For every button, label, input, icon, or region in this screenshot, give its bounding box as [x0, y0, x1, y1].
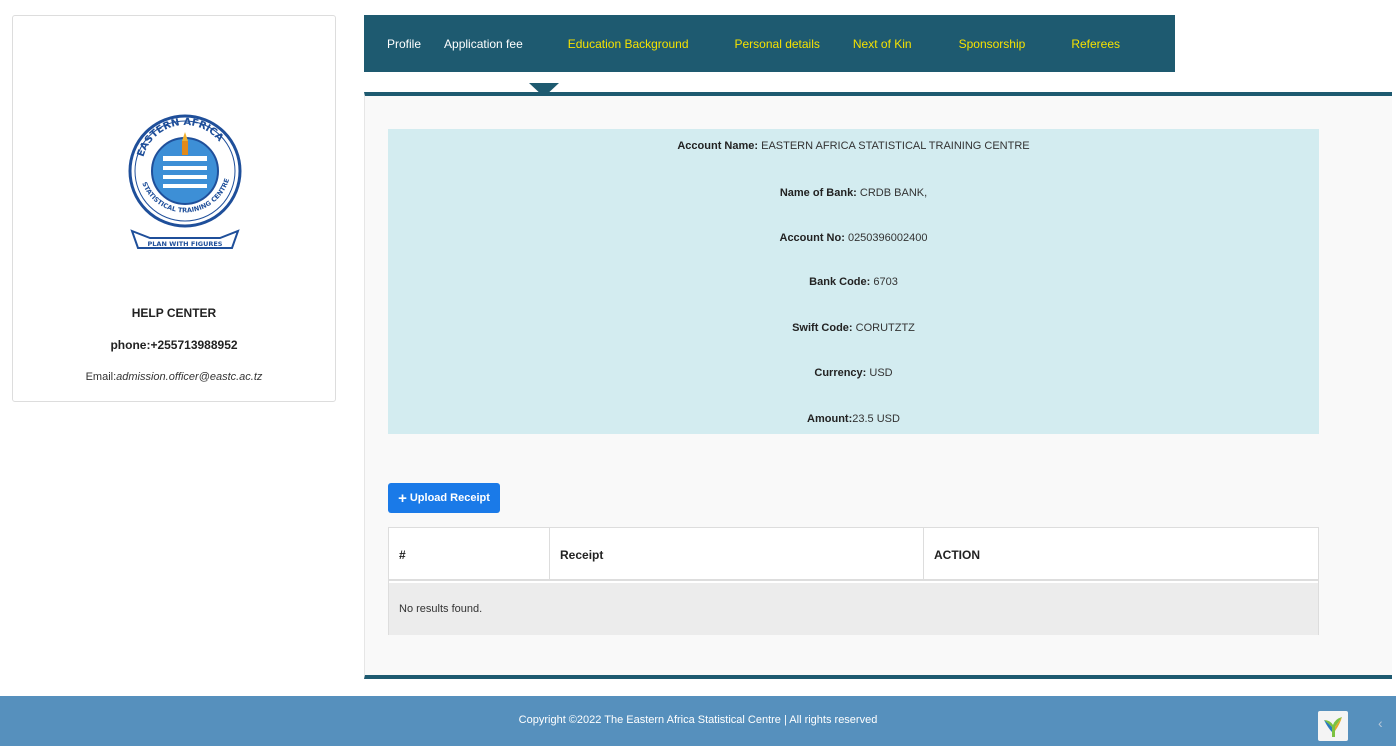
tab-application-fee[interactable]: Application fee — [444, 37, 523, 51]
footer-copyright: Copyright ©2022 The Eastern Africa Stati… — [518, 714, 878, 726]
tab-next-of-kin[interactable]: Next of Kin — [853, 37, 912, 51]
help-email-label: Email: — [85, 371, 117, 383]
swift-code-value: CORUTZTZ — [852, 322, 915, 334]
help-email: Email:admission.officer@eastc.ac.tz — [13, 371, 335, 383]
currency-value: USD — [866, 367, 893, 379]
bank-code-value: 6703 — [870, 276, 898, 288]
amount-value: 23.5 USD — [852, 413, 900, 425]
application-tabs: Profile Application fee Education Backgr… — [364, 15, 1175, 72]
plus-icon: + — [398, 489, 407, 507]
tab-profile[interactable]: Profile — [387, 37, 421, 51]
eastc-logo: EASTERN AFRICA STATISTICAL TRAINING CENT… — [128, 114, 242, 249]
currency-label: Currency: — [814, 367, 867, 379]
column-header-receipt[interactable]: Receipt — [549, 528, 923, 581]
tab-sponsorship[interactable]: Sponsorship — [959, 37, 1026, 51]
account-name-line: Account Name: EASTERN AFRICA STATISTICAL… — [388, 140, 1319, 152]
empty-results-row: No results found. — [389, 583, 1318, 635]
upload-receipt-label: Upload Receipt — [409, 492, 490, 504]
swift-code-line: Swift Code: CORUTZTZ — [388, 322, 1319, 334]
receipts-table-header: # Receipt ACTION — [389, 528, 1318, 581]
bank-code-label: Bank Code: — [809, 276, 871, 288]
account-name-value: EASTERN AFRICA STATISTICAL TRAINING CENT… — [758, 140, 1030, 152]
upload-receipt-button[interactable]: + Upload Receipt — [388, 483, 500, 513]
yii-logo-icon[interactable] — [1318, 711, 1348, 741]
chevron-left-icon[interactable]: ‹ — [1378, 715, 1383, 731]
receipts-table: # Receipt ACTION No results found. — [388, 527, 1319, 635]
bank-name-line: Name of Bank: CRDB BANK, — [388, 187, 1319, 199]
page-footer: Copyright ©2022 The Eastern Africa Stati… — [0, 696, 1396, 746]
account-no-line: Account No: 0250396002400 — [388, 232, 1319, 244]
account-no-value: 0250396002400 — [844, 232, 928, 244]
bank-code-line: Bank Code: 6703 — [388, 276, 1319, 288]
column-header-number[interactable]: # — [389, 528, 549, 581]
account-no-label: Account No: — [779, 232, 845, 244]
tab-referees[interactable]: Referees — [1071, 37, 1120, 51]
help-email-link[interactable]: admission.officer@eastc.ac.tz — [116, 371, 262, 383]
help-phone: phone:+255713988952 — [110, 338, 238, 352]
currency-line: Currency: USD — [388, 367, 1319, 379]
bank-details-box: Account Name: EASTERN AFRICA STATISTICAL… — [388, 129, 1319, 434]
tab-education-background[interactable]: Education Background — [568, 37, 689, 51]
logo-banner-text: PLAN WITH FIGURES — [148, 240, 223, 248]
help-center-card: EASTERN AFRICA STATISTICAL TRAINING CENT… — [12, 15, 336, 402]
amount-label: Amount: — [807, 413, 853, 425]
help-center-title: HELP CENTER — [131, 306, 217, 320]
tab-personal-details[interactable]: Personal details — [735, 37, 820, 51]
amount-line: Amount:23.5 USD — [388, 413, 1319, 425]
bank-name-label: Name of Bank: — [779, 187, 857, 199]
swift-code-label: Swift Code: — [792, 322, 853, 334]
bank-name-value: CRDB BANK, — [856, 187, 928, 199]
column-header-action: ACTION — [923, 528, 1318, 581]
account-name-label: Account Name: — [677, 140, 759, 152]
